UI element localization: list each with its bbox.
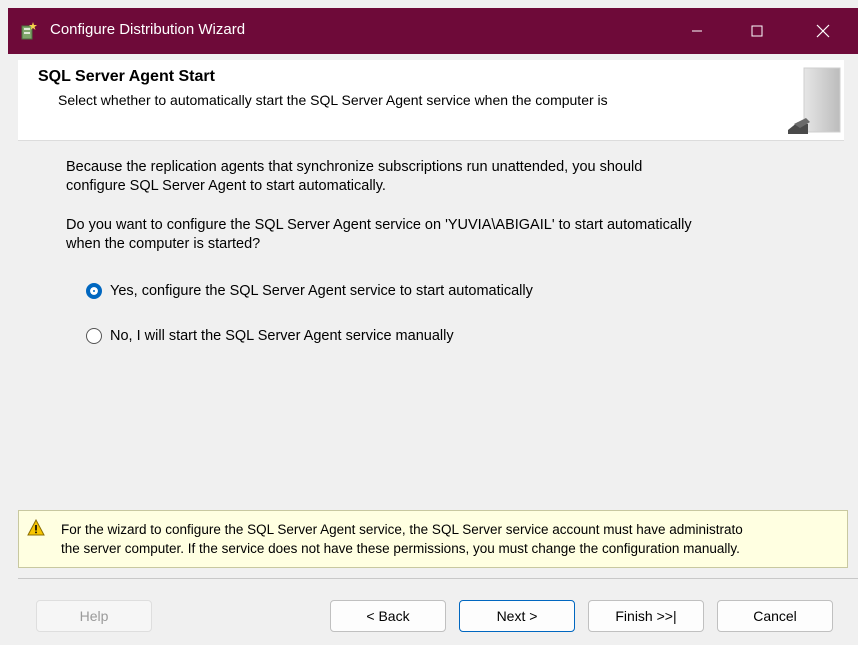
maximize-icon (751, 25, 763, 37)
server-illustration-icon (788, 67, 841, 134)
warning-icon (27, 519, 45, 536)
minimize-button[interactable] (670, 8, 724, 54)
page-subtitle: Select whether to automatically start th… (58, 92, 608, 108)
back-button[interactable]: < Back (330, 600, 446, 632)
footer-divider (18, 578, 858, 579)
paragraph1-line1: Because the replication agents that sync… (66, 159, 643, 175)
radio-selected-icon[interactable] (86, 283, 102, 299)
radio-unselected-icon[interactable] (86, 328, 102, 344)
warning-panel: For the wizard to configure the SQL Serv… (18, 510, 848, 568)
radio-label-auto-start: Yes, configure the SQL Server Agent serv… (110, 283, 533, 299)
cancel-button[interactable]: Cancel (717, 600, 833, 632)
paragraph2-line1: Do you want to configure the SQL Server … (66, 217, 692, 233)
radio-label-manual-start: No, I will start the SQL Server Agent se… (110, 328, 454, 344)
next-button[interactable]: Next > (459, 600, 575, 632)
window-title: Configure Distribution Wizard (50, 21, 246, 38)
page-title: SQL Server Agent Start (38, 68, 215, 85)
wizard-app-icon (21, 22, 37, 40)
close-button[interactable] (796, 8, 850, 54)
wizard-page-header: SQL Server Agent Start Select whether to… (18, 60, 844, 141)
paragraph2-line2: when the computer is started? (66, 236, 261, 252)
minimize-icon (692, 30, 702, 32)
warning-line2: the server computer. If the service does… (61, 541, 740, 556)
finish-button[interactable]: Finish >>| (588, 600, 704, 632)
configure-question: Do you want to configure the SQL Server … (66, 216, 826, 254)
paragraph1-line2: configure SQL Server Agent to start auto… (66, 178, 386, 194)
wizard-window: Configure Distribution Wizard SQL Server… (8, 8, 858, 645)
maximize-button[interactable] (730, 8, 784, 54)
warning-line1: For the wizard to configure the SQL Serv… (61, 522, 743, 537)
replication-explanation: Because the replication agents that sync… (66, 158, 806, 196)
radio-option-auto-start[interactable]: Yes, configure the SQL Server Agent serv… (86, 283, 533, 299)
help-button[interactable]: Help (36, 600, 152, 632)
radio-option-manual-start[interactable]: No, I will start the SQL Server Agent se… (86, 328, 454, 344)
warning-text: For the wizard to configure the SQL Serv… (61, 520, 743, 558)
title-bar: Configure Distribution Wizard (8, 8, 858, 54)
close-icon (816, 24, 830, 38)
